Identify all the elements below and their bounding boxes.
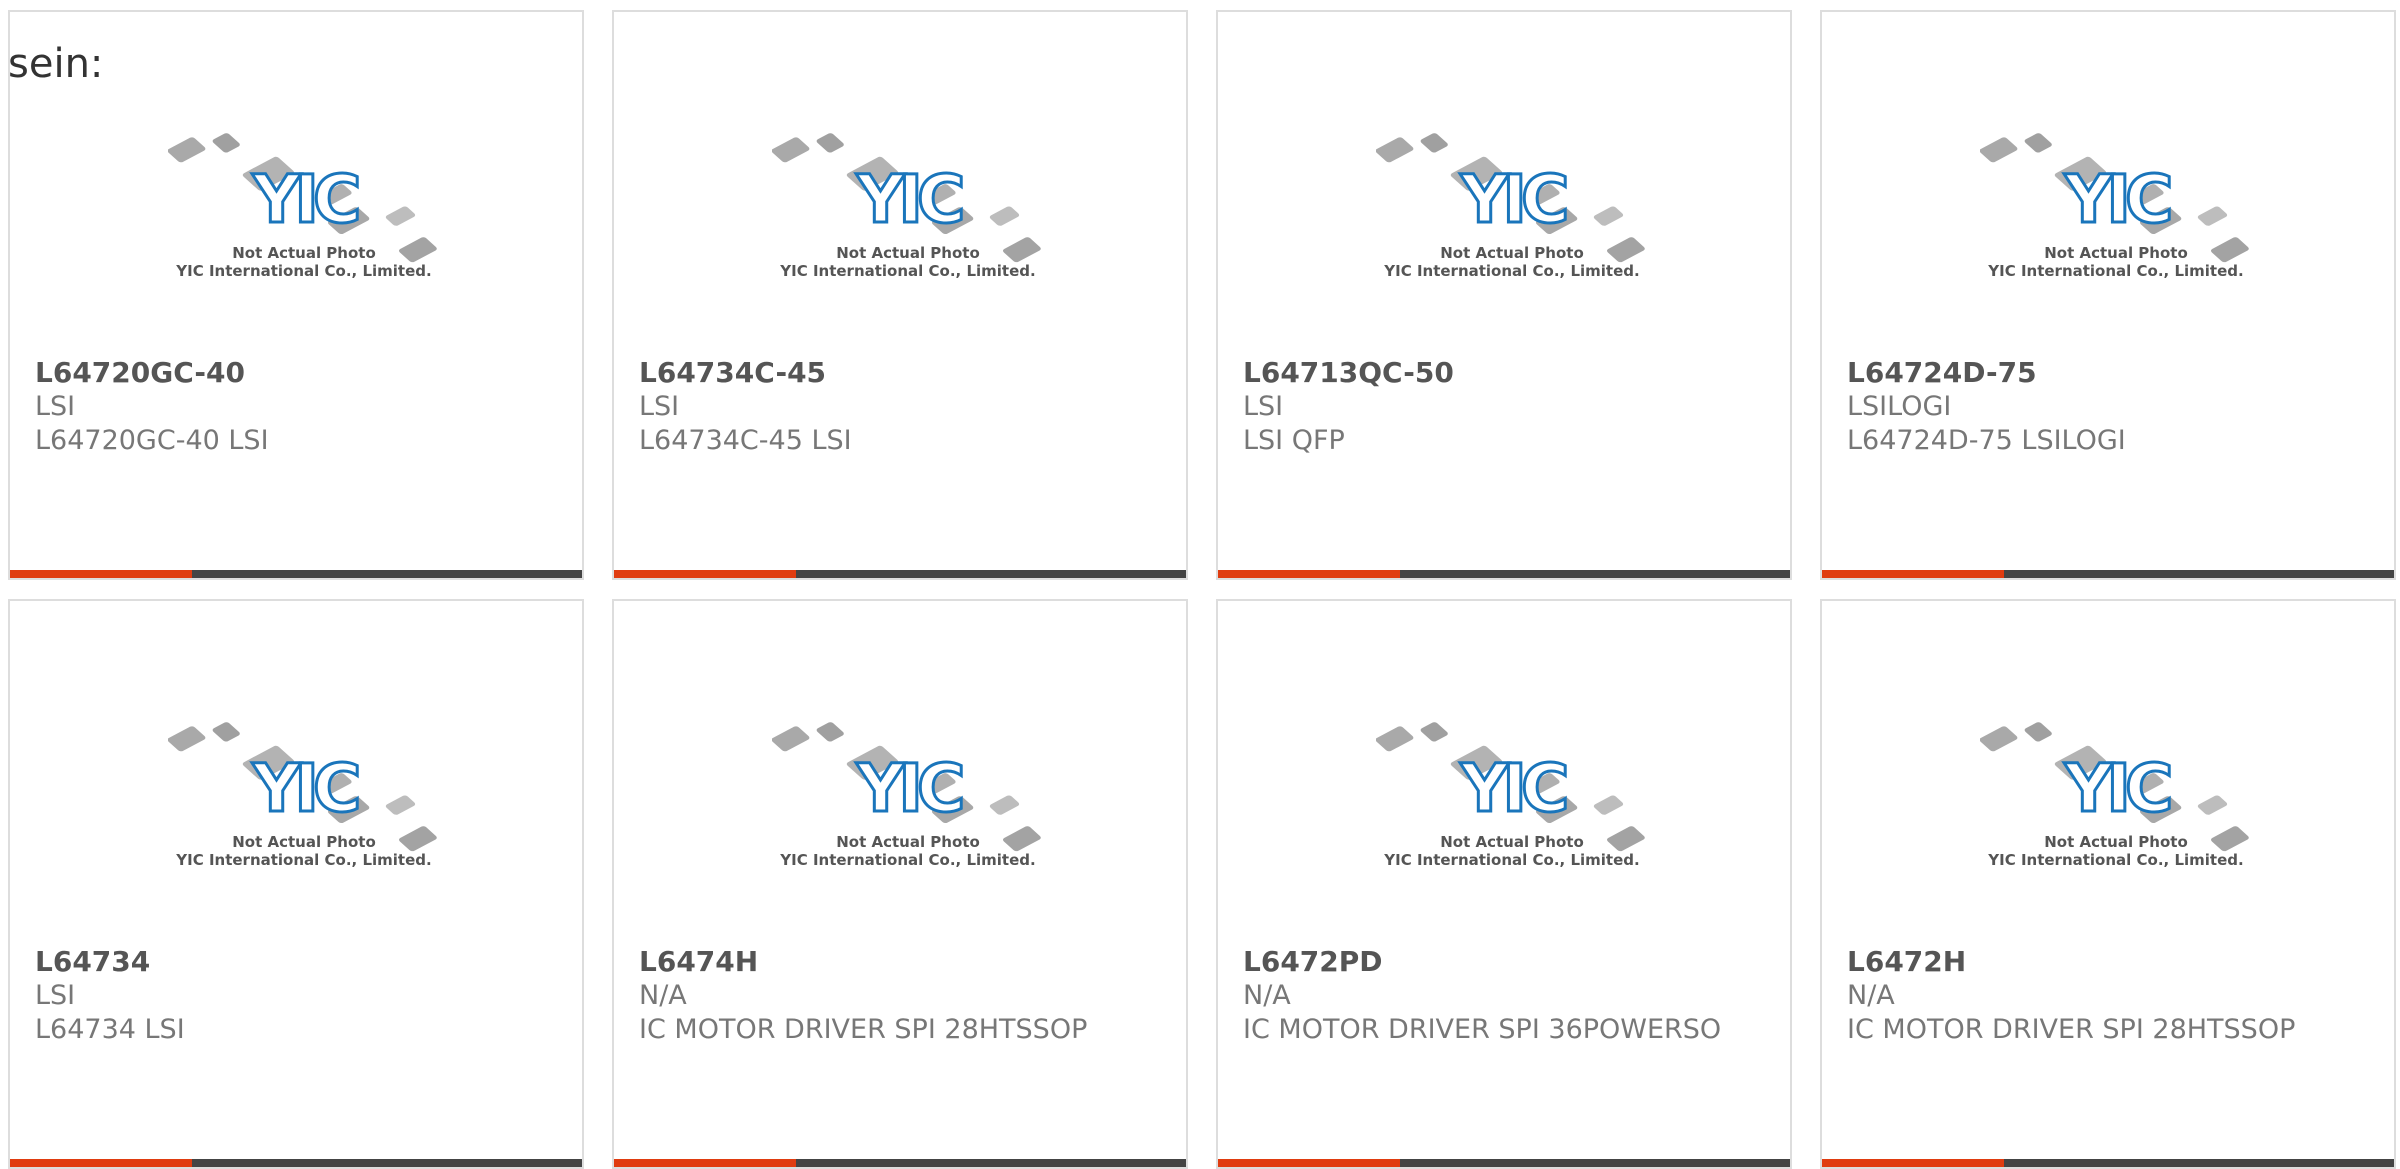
company-text: YIC International Co., Limited. [1987,262,2243,280]
card-footer-bar [1822,1159,2394,1167]
yic-logo: YIC [2064,161,2170,238]
not-actual-photo-text: Not Actual Photo [1440,833,1584,851]
product-placeholder-image: YIC Not Actual Photo YIC International Co.… [168,100,440,352]
card-footer-bar [1218,570,1790,578]
product-brand: LSI [1243,391,1284,422]
product-card[interactable]: YIC Not Actual Photo YIC International Co.… [8,599,584,1169]
product-name[interactable]: L6474H [639,945,758,979]
product-name[interactable]: L64713QC-50 [1243,356,1454,390]
card-accent-bar [1822,570,2004,578]
company-text: YIC International Co., Limited. [779,851,1035,869]
company-text: YIC International Co., Limited. [175,851,431,869]
placeholder-graphic: YIC Not Actual PhotoYIC International Co.… [1376,133,1645,352]
product-description: L64734C-45 LSI [639,425,852,456]
company-text: YIC International Co., Limited. [1383,262,1639,280]
not-actual-photo-text: Not Actual Photo [836,833,980,851]
not-actual-photo-text: Not Actual Photo [232,833,376,851]
product-card[interactable]: YIC Not Actual Photo YIC International Co.… [1216,10,1792,580]
placeholder-graphic: YIC Not Actual PhotoYIC International Co.… [1376,722,1645,941]
card-footer-bar [614,570,1186,578]
chip-illustrations-bottom [772,925,955,941]
company-text: YIC International Co., Limited. [779,262,1035,280]
product-name[interactable]: L6472H [1847,945,1966,979]
chip-illustrations-bottom [1980,336,2163,352]
card-accent-bar [614,1159,796,1167]
yic-logo: YIC [2064,750,2170,827]
product-name[interactable]: L64724D-75 [1847,356,2037,390]
placeholder-graphic: YIC Not Actual PhotoYIC International Co.… [1980,722,2249,941]
chip-illustrations-bottom [168,336,351,352]
chip-illustrations-bottom [1980,925,2163,941]
not-actual-photo-text: Not Actual Photo [232,244,376,262]
product-description: IC MOTOR DRIVER SPI 28HTSSOP [1847,1014,2296,1045]
not-actual-photo-text: Not Actual Photo [836,244,980,262]
product-card[interactable]: YIC Not Actual Photo YIC International Co.… [1820,599,2396,1169]
yic-logo: YIC [252,161,358,238]
card-footer-bar [1822,570,2394,578]
product-brand: LSI [35,391,76,422]
product-name[interactable]: L64734 [35,945,150,979]
chip-illustrations-bottom [1376,925,1559,941]
yic-logo: YIC [856,750,962,827]
product-placeholder-image: YIC Not Actual Photo YIC International Co.… [168,689,440,941]
not-actual-photo-text: Not Actual Photo [2044,833,2188,851]
product-name[interactable]: L64734C-45 [639,356,826,390]
yic-logo: YIC [252,750,358,827]
product-placeholder-image: YIC Not Actual Photo YIC International Co.… [772,689,1044,941]
placeholder-graphic: YIC Not Actual PhotoYIC International Co.… [168,722,437,941]
product-card[interactable]: YIC Not Actual Photo YIC International Co.… [8,10,584,580]
card-footer-bar [10,1159,582,1167]
product-placeholder-image: YIC Not Actual Photo YIC International Co.… [1376,689,1648,941]
product-placeholder-image: YIC Not Actual Photo YIC International Co.… [1376,100,1648,352]
yic-logo: YIC [1460,161,1566,238]
card-footer-bar [10,570,582,578]
card-accent-bar [10,1159,192,1167]
not-actual-photo-text: Not Actual Photo [1440,244,1584,262]
yic-logo: YIC [1460,750,1566,827]
product-name[interactable]: L6472PD [1243,945,1383,979]
placeholder-graphic: YIC Not Actual PhotoYIC International Co.… [772,722,1041,941]
product-placeholder-image: YIC Not Actual Photo YIC International Co.… [1980,100,2252,352]
product-card[interactable]: YIC Not Actual Photo YIC International Co.… [1820,10,2396,580]
product-description: IC MOTOR DRIVER SPI 28HTSSOP [639,1014,1088,1045]
card-accent-bar [1822,1159,2004,1167]
not-actual-photo-text: Not Actual Photo [2044,244,2188,262]
product-grid: YIC Not Actual Photo YIC International Co.… [0,0,2400,1169]
product-card[interactable]: YIC Not Actual Photo YIC International Co.… [612,599,1188,1169]
product-brand: LSI [35,980,76,1011]
company-text: YIC International Co., Limited. [175,262,431,280]
card-accent-bar [1218,1159,1400,1167]
placeholder-graphic: YIC Not Actual PhotoYIC International Co.… [772,133,1041,352]
product-card[interactable]: YIC Not Actual Photo YIC International Co.… [612,10,1188,580]
product-brand: N/A [1847,980,1895,1011]
product-brand: N/A [639,980,687,1011]
product-description: LSI QFP [1243,425,1345,456]
card-footer-bar [614,1159,1186,1167]
card-accent-bar [614,570,796,578]
placeholder-graphic: YIC Not Actual PhotoYIC International Co.… [168,133,437,352]
card-accent-bar [1218,570,1400,578]
intro-text: sein: [8,41,104,87]
company-text: YIC International Co., Limited. [1383,851,1639,869]
product-brand: N/A [1243,980,1291,1011]
chip-illustrations-bottom [772,336,955,352]
product-description: IC MOTOR DRIVER SPI 36POWERSO [1243,1014,1722,1045]
card-accent-bar [10,570,192,578]
product-description: L64734 LSI [35,1014,185,1045]
chip-illustrations-bottom [168,925,351,941]
product-placeholder-image: YIC Not Actual Photo YIC International Co.… [1980,689,2252,941]
chip-illustrations-bottom [1376,336,1559,352]
product-card[interactable]: YIC Not Actual Photo YIC International Co.… [1216,599,1792,1169]
yic-logo: YIC [856,161,962,238]
placeholder-graphic: YIC Not Actual PhotoYIC International Co.… [1980,133,2249,352]
company-text: YIC International Co., Limited. [1987,851,2243,869]
card-footer-bar [1218,1159,1790,1167]
product-description: L64724D-75 LSILOGI [1847,425,2126,456]
product-placeholder-image: YIC Not Actual Photo YIC International Co.… [772,100,1044,352]
product-brand: LSI [639,391,680,422]
product-name[interactable]: L64720GC-40 [35,356,245,390]
product-description: L64720GC-40 LSI [35,425,269,456]
product-brand: LSILOGI [1847,391,1952,422]
